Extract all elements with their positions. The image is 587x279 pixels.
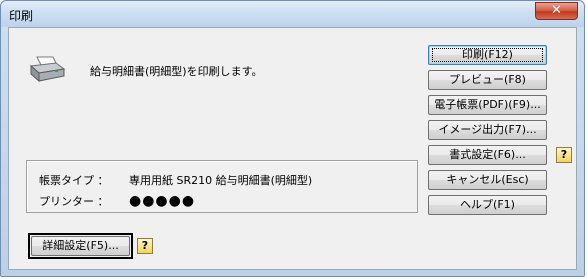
detail-settings-label: 詳細設定(F5)... — [31, 236, 130, 256]
help-icon[interactable]: ? — [137, 238, 153, 254]
printer-row: プリンター ： ●●●●● — [39, 193, 195, 209]
close-icon: ✕ — [551, 3, 562, 18]
form-type-value: 専用用紙 SR210 給与明細書(明細型) — [129, 174, 313, 187]
print-dialog: 印刷 ✕ 給与明細書(明細型)を印刷します。 帳票タイプ ： 専用用紙 SR210… — [0, 0, 585, 277]
print-button[interactable]: 印刷(F12) — [428, 45, 547, 65]
form-type-row: 帳票タイプ ： 専用用紙 SR210 給与明細書(明細型) — [39, 172, 312, 188]
e-form-button[interactable]: 電子帳票(PDF)(F9)... — [428, 95, 547, 115]
form-type-label: 帳票タイプ ： — [39, 174, 109, 187]
detail-settings-button[interactable]: 詳細設定(F5)... — [28, 233, 133, 259]
dialog-body: 給与明細書(明細型)を印刷します。 帳票タイプ ： 専用用紙 SR210 給与明細… — [8, 27, 577, 270]
print-message: 給与明細書(明細型)を印刷します。 — [90, 65, 263, 78]
printer-value: ●●●●● — [129, 193, 196, 209]
printer-icon — [29, 56, 66, 83]
printer-label: プリンター ： — [39, 195, 109, 208]
close-button[interactable]: ✕ — [535, 2, 578, 20]
help-icon[interactable]: ? — [556, 147, 572, 163]
print-info-panel: 帳票タイプ ： 専用用紙 SR210 給与明細書(明細型) プリンター ： ●●●●… — [26, 160, 418, 213]
preview-button[interactable]: プレビュー(F8) — [428, 70, 547, 90]
cancel-button[interactable]: キャンセル(Esc) — [428, 170, 547, 190]
image-output-button[interactable]: イメージ出力(F7)... — [428, 120, 547, 140]
window-title: 印刷 — [9, 9, 34, 23]
help-button[interactable]: ヘルプ(F1) — [428, 195, 547, 215]
format-settings-button[interactable]: 書式設定(F6)... — [428, 145, 547, 165]
title-bar[interactable]: 印刷 ✕ — [1, 1, 584, 27]
focus-rect — [432, 48, 543, 62]
